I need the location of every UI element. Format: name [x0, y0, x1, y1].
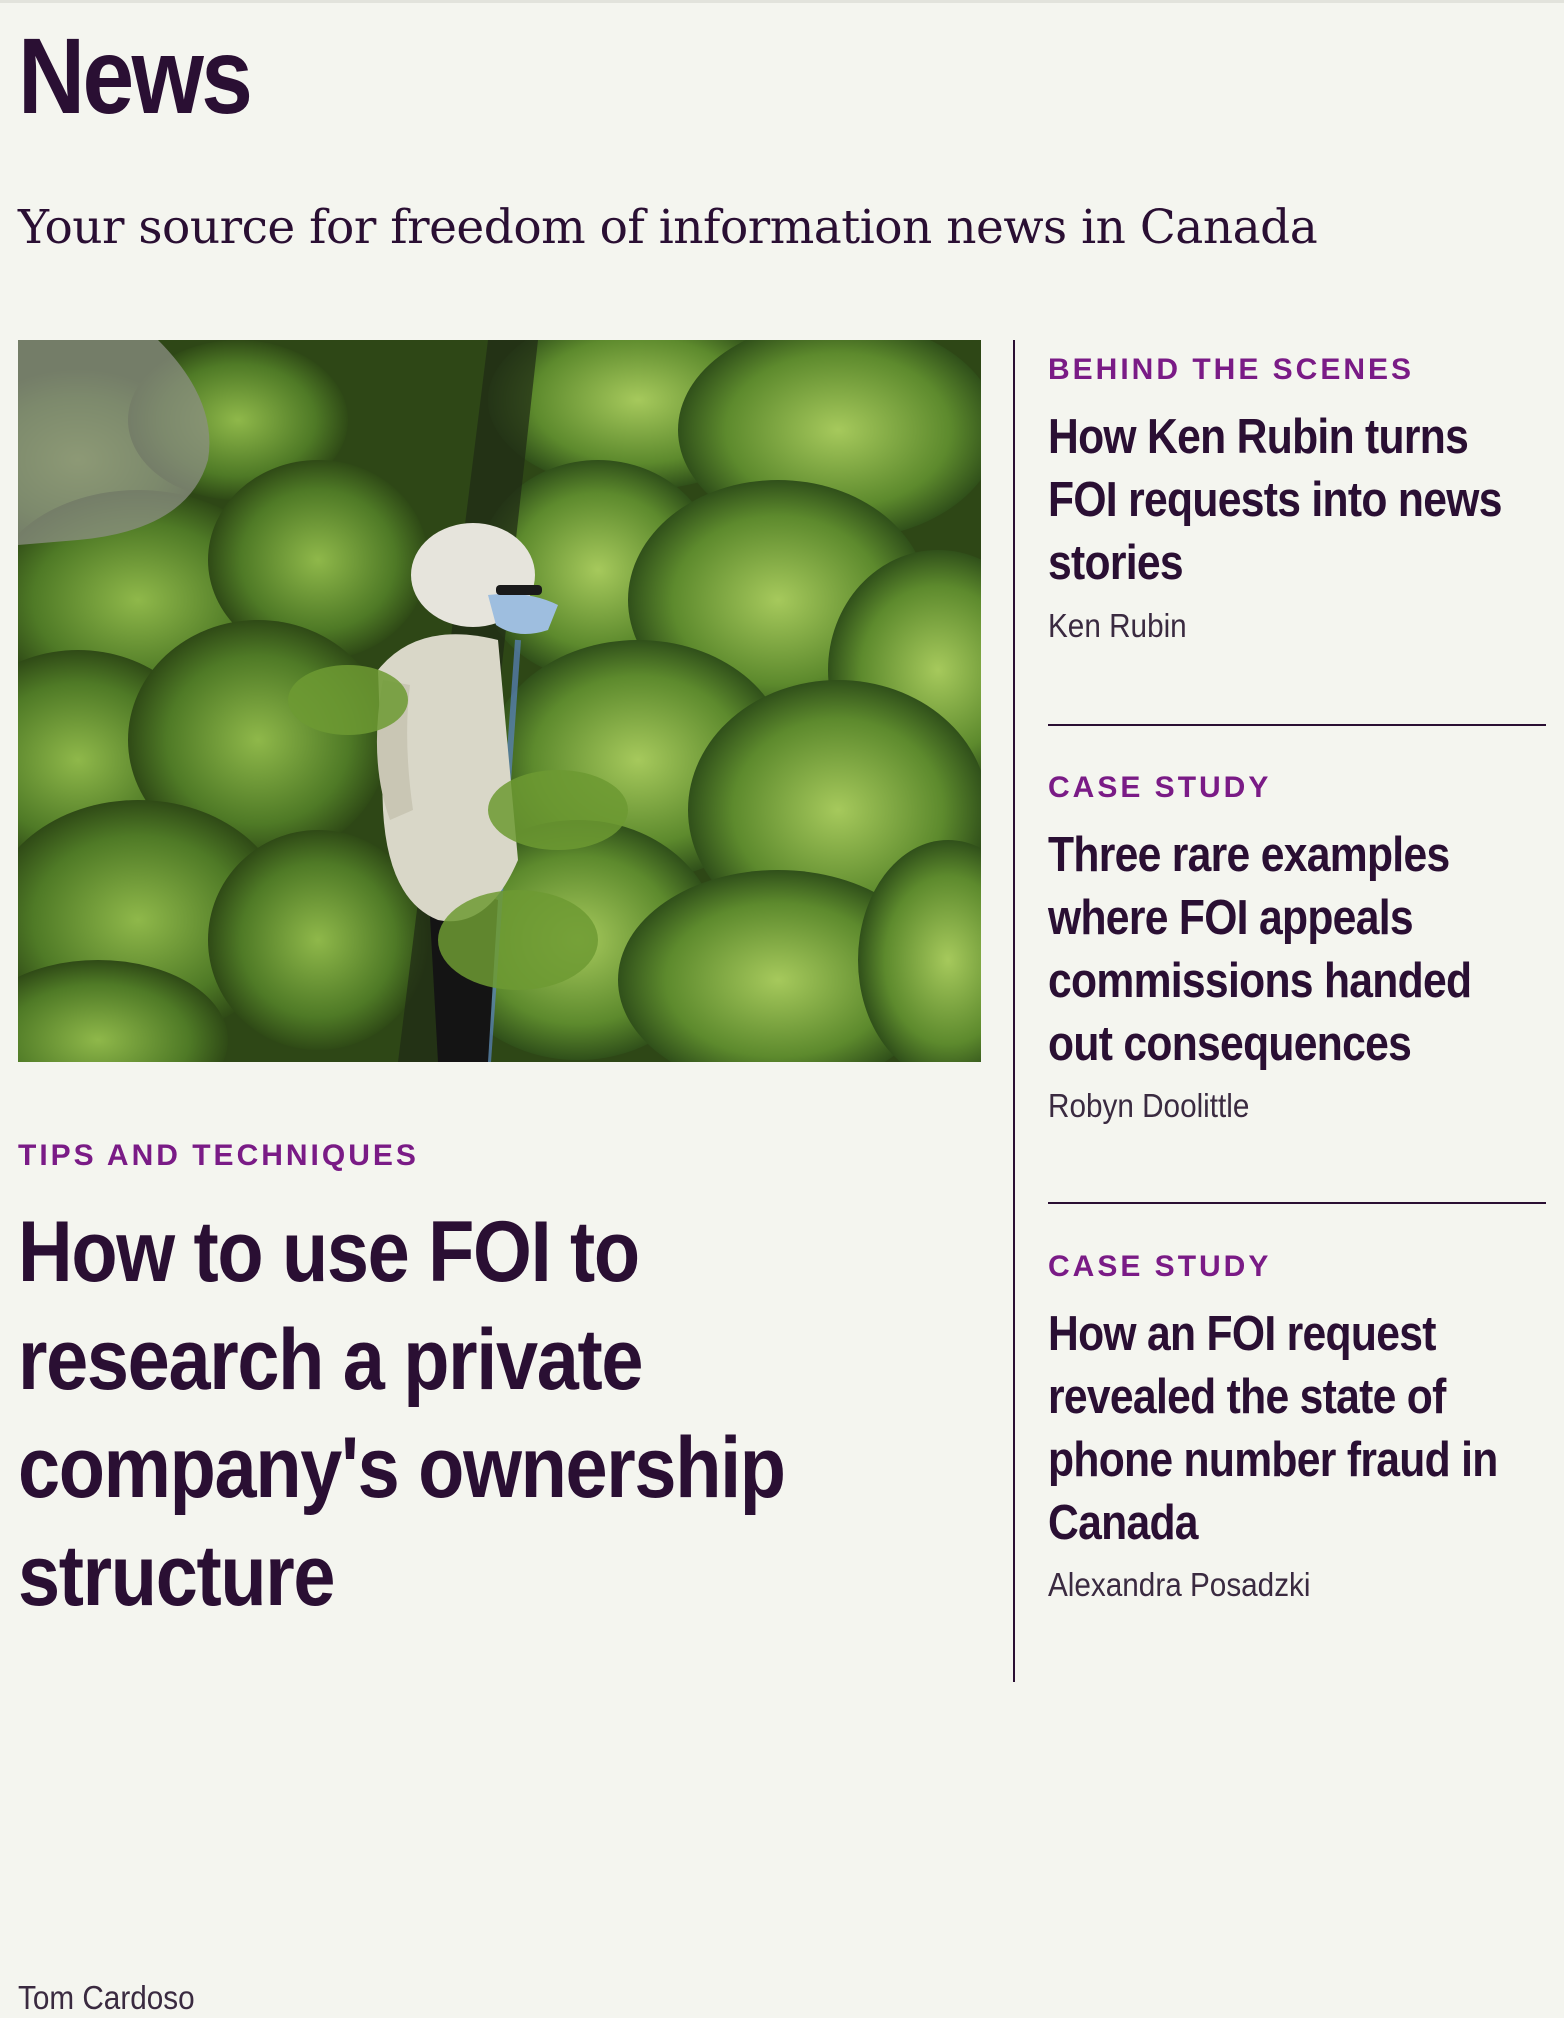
featured-headline-link[interactable]: How to use FOI to research a private com…	[18, 1198, 810, 1630]
featured-article-image[interactable]	[18, 340, 981, 1062]
column-divider	[1013, 340, 1015, 1682]
top-border	[0, 0, 1564, 3]
article-category-label[interactable]: BEHIND THE SCENES	[1048, 352, 1414, 388]
featured-category-label[interactable]: TIPS AND TECHNIQUES	[18, 1138, 419, 1174]
featured-author[interactable]: Tom Cardoso	[18, 1978, 195, 2018]
article-headline-link[interactable]: How Ken Rubin turns FOI requests into ne…	[1048, 406, 1518, 595]
article-divider	[1048, 1202, 1546, 1204]
page-subtitle: Your source for freedom of information n…	[18, 200, 1318, 255]
article-headline-link[interactable]: Three rare examples where FOI appeals co…	[1048, 824, 1518, 1076]
article-headline-link[interactable]: How an FOI request revealed the state of…	[1048, 1303, 1518, 1555]
article-author[interactable]: Ken Rubin	[1048, 606, 1187, 646]
page-title: News	[18, 15, 253, 136]
article-author[interactable]: Alexandra Posadzki	[1048, 1565, 1311, 1605]
article-author[interactable]: Robyn Doolittle	[1048, 1086, 1249, 1126]
article-divider	[1048, 724, 1546, 726]
article-category-label[interactable]: CASE STUDY	[1048, 1249, 1271, 1285]
greenhouse-photo-icon	[18, 340, 981, 1062]
article-category-label[interactable]: CASE STUDY	[1048, 770, 1271, 806]
